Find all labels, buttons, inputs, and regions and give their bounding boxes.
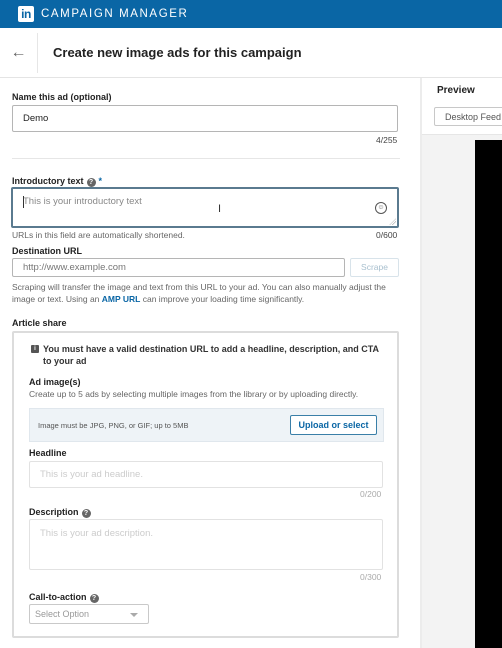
- app-brand-name: CAMPAIGN MANAGER: [41, 8, 189, 20]
- call-to-action-select[interactable]: Select Option: [29, 604, 149, 624]
- text-caret: [23, 196, 24, 208]
- call-to-action-label: Call-to-action?: [29, 592, 99, 603]
- call-to-action-selected: Select Option: [35, 609, 90, 619]
- resize-handle-icon[interactable]: [389, 218, 396, 225]
- intro-text-textarea[interactable]: This is your introductory text I ☺: [11, 187, 399, 228]
- preview-title: Preview: [437, 85, 475, 96]
- destination-url-placeholder: http://www.example.com: [23, 262, 126, 273]
- description-placeholder: This is your ad description.: [40, 528, 153, 539]
- description-label: Description?: [29, 507, 91, 518]
- help-icon[interactable]: ?: [89, 594, 99, 603]
- amp-url-link[interactable]: AMP URL: [102, 294, 141, 304]
- intro-text-hint: URLs in this field are automatically sho…: [12, 230, 185, 240]
- help-icon[interactable]: ?: [81, 509, 91, 518]
- intro-text-counter: 0/600: [376, 230, 398, 240]
- desktop-feed-tab[interactable]: Desktop Feed: [434, 107, 502, 126]
- ad-form: Name this ad (optional) Demo 4/255 Intro…: [0, 78, 420, 648]
- ad-name-input[interactable]: Demo: [12, 105, 398, 132]
- linkedin-logo-icon[interactable]: in: [18, 6, 34, 22]
- top-navigation-bar: in CAMPAIGN MANAGER: [0, 0, 502, 28]
- ad-images-hint: Create up to 5 ads by selecting multiple…: [29, 389, 359, 399]
- info-icon: i: [31, 345, 39, 353]
- ad-name-label: Name this ad (optional): [12, 92, 112, 102]
- image-upload-area: Image must be JPG, PNG, or GIF; up to 5M…: [29, 408, 384, 442]
- destination-url-label: Destination URL: [12, 246, 83, 256]
- description-textarea[interactable]: This is your ad description.: [29, 519, 383, 570]
- article-share-panel: i You must have a valid destination URL …: [12, 331, 399, 638]
- back-arrow-icon[interactable]: ←: [0, 32, 38, 73]
- ad-name-value: Demo: [23, 113, 49, 124]
- scrape-button[interactable]: Scrape: [350, 258, 399, 277]
- headline-placeholder: This is your ad headline.: [40, 469, 143, 480]
- required-mark: *: [98, 176, 103, 186]
- intro-text-placeholder: This is your introductory text: [23, 196, 142, 207]
- ad-preview-card: [475, 140, 502, 648]
- preview-panel: Preview Desktop Feed: [420, 78, 502, 648]
- description-counter: 0/300: [360, 572, 382, 582]
- text-cursor-icon: I: [218, 203, 222, 215]
- headline-input[interactable]: This is your ad headline.: [29, 461, 383, 488]
- destination-url-input[interactable]: http://www.example.com: [12, 258, 345, 277]
- ad-images-label: Ad image(s): [29, 377, 81, 387]
- page-header: ← Create new image ads for this campaign: [0, 28, 502, 78]
- help-icon[interactable]: ?: [86, 178, 96, 187]
- preview-stage: [422, 134, 502, 648]
- image-requirements: Image must be JPG, PNG, or GIF; up to 5M…: [38, 421, 189, 430]
- emoji-picker-icon[interactable]: ☺: [375, 202, 387, 214]
- headline-counter: 0/200: [360, 489, 382, 499]
- chevron-down-icon: [130, 613, 138, 617]
- intro-text-label: Introductory text? *: [12, 176, 103, 187]
- ad-name-counter: 4/255: [376, 135, 398, 145]
- section-divider: [12, 158, 400, 159]
- article-share-label: Article share: [12, 318, 67, 328]
- upload-or-select-button[interactable]: Upload or select: [290, 415, 377, 435]
- headline-label: Headline: [29, 448, 67, 458]
- destination-required-notice: i You must have a valid destination URL …: [31, 343, 381, 367]
- page-title: Create new image ads for this campaign: [53, 45, 302, 60]
- destination-url-hint: Scraping will transfer the image and tex…: [12, 282, 386, 304]
